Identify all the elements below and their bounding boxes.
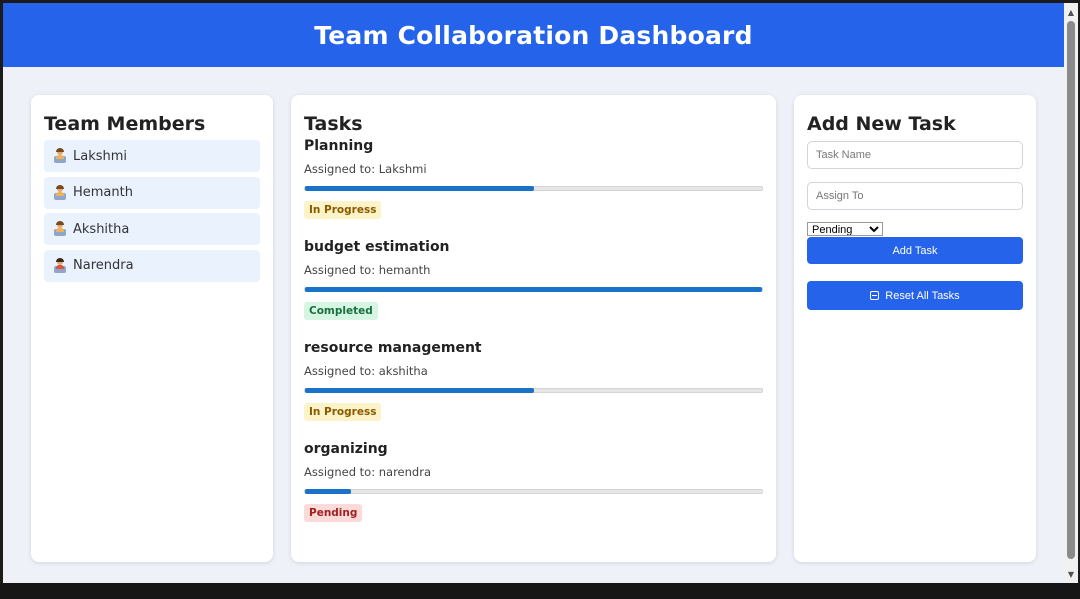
member-name: Hemanth [73, 185, 133, 200]
member-name: Narendra [73, 258, 134, 273]
task-assignee: Assigned to: narendra [304, 465, 431, 479]
progress-fill [305, 489, 351, 494]
task-assignee: Assigned to: akshitha [304, 364, 428, 378]
header-bar: Team Collaboration Dashboard [3, 3, 1064, 67]
task-name: organizing [304, 441, 388, 457]
member-list: Lakshmi Hemanth Akshitha Narendra [44, 140, 260, 282]
team-members-panel: Team Members Lakshmi Hemanth Akshitha Na… [31, 95, 273, 562]
tasks-title: Tasks [304, 113, 363, 135]
technologist-icon [54, 257, 66, 273]
assign-to-input[interactable] [807, 182, 1023, 210]
member-name: Akshitha [73, 221, 130, 237]
progress-fill [305, 186, 534, 191]
technologist-icon [54, 184, 66, 200]
page-title: Team Collaboration Dashboard [314, 20, 753, 50]
technologist-icon [54, 221, 66, 236]
progress-fill [305, 388, 534, 393]
add-task-panel: Add New Task Pending Add Task Reset All … [794, 95, 1036, 562]
task-name: Planning [304, 138, 374, 154]
scroll-down-arrow-icon[interactable]: ▼ [1064, 567, 1078, 581]
add-task-button[interactable]: Add Task [807, 237, 1023, 264]
tasks-panel: Tasks Planning Assigned to: Lakshmi In P… [291, 95, 776, 562]
progress-bar [304, 186, 763, 191]
member-item[interactable]: Narendra [44, 249, 260, 282]
status-select[interactable]: Pending [807, 222, 883, 236]
progress-bar [304, 287, 763, 292]
member-item[interactable]: Akshitha [44, 213, 260, 245]
status-badge: Completed [304, 302, 378, 320]
scroll-up-arrow-icon[interactable]: ▲ [1064, 5, 1078, 19]
task-item: organizing Assigned to: narendra Pending [304, 441, 763, 522]
vertical-scrollbar[interactable]: ▲ ▼ [1064, 3, 1078, 583]
reset-all-tasks-button[interactable]: Reset All Tasks [807, 281, 1023, 310]
task-item: Planning Assigned to: Lakshmi In Progres… [304, 138, 763, 219]
task-assignee: Assigned to: Lakshmi [304, 162, 427, 176]
add-task-button-label: Add Task [892, 244, 938, 257]
task-name: resource management [304, 340, 482, 356]
member-item[interactable]: Hemanth [44, 176, 260, 209]
task-item: resource management Assigned to: akshith… [304, 340, 763, 421]
app-window: Team Collaboration Dashboard Team Member… [3, 3, 1064, 583]
scrollbar-thumb[interactable] [1067, 21, 1075, 559]
progress-bar [304, 489, 763, 494]
add-task-title: Add New Task [807, 113, 956, 135]
member-item[interactable]: Lakshmi [44, 140, 260, 172]
status-badge: Pending [304, 504, 363, 522]
task-name-input[interactable] [807, 141, 1023, 169]
task-item: budget estimation Assigned to: hemanth C… [304, 239, 763, 320]
technologist-icon [54, 148, 66, 163]
status-badge: In Progress [304, 403, 382, 421]
status-badge: In Progress [304, 201, 382, 219]
member-name: Lakshmi [73, 148, 128, 164]
task-assignee: Assigned to: hemanth [304, 263, 431, 277]
task-name: budget estimation [304, 239, 450, 255]
bottom-frame [0, 583, 1080, 599]
progress-fill [305, 287, 762, 292]
reset-icon [870, 291, 880, 300]
team-members-title: Team Members [44, 113, 206, 135]
reset-button-label: Reset All Tasks [885, 289, 960, 302]
progress-bar [304, 388, 763, 393]
